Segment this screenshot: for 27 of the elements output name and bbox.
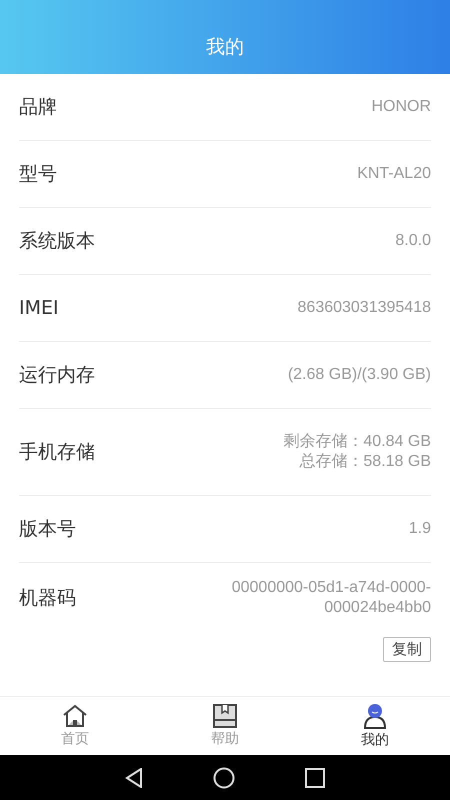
info-value: 总存储：58.18 GB xyxy=(299,452,431,472)
tab[interactable]: 我的 xyxy=(300,697,450,755)
home-circle-icon[interactable] xyxy=(213,766,235,788)
home-icon xyxy=(62,704,88,728)
info-label: 手机存储 xyxy=(19,440,95,465)
book-icon xyxy=(213,704,237,728)
info-value: 00000000-05d1-a74d-0000- xyxy=(232,578,431,598)
info-value: (2.68 GB)/(3.90 GB) xyxy=(288,365,431,385)
info-value: 剩余存储：40.84 GB xyxy=(283,432,431,452)
user-icon xyxy=(363,703,387,729)
copy-button[interactable]: 复制 xyxy=(383,637,431,662)
info-label: 系统版本 xyxy=(19,229,95,254)
recents-icon[interactable] xyxy=(305,768,325,788)
info-value: HONOR xyxy=(371,97,431,117)
info-label: 机器码 xyxy=(19,586,76,611)
back-icon[interactable] xyxy=(125,768,143,788)
info-value: 8.0.0 xyxy=(395,231,431,251)
info-value: 863603031395418 xyxy=(298,298,431,318)
info-value: KNT-AL20 xyxy=(357,164,431,184)
info-label: 运行内存 xyxy=(19,363,95,388)
info-value: 1.9 xyxy=(408,519,431,539)
info-label: 型号 xyxy=(19,162,57,187)
info-value: 000024be4bb0 xyxy=(324,598,431,618)
info-label: 版本号 xyxy=(19,517,76,542)
page-title: 我的 xyxy=(206,35,244,60)
info-label: IMEI xyxy=(19,297,59,319)
info-label: 品牌 xyxy=(19,95,57,120)
